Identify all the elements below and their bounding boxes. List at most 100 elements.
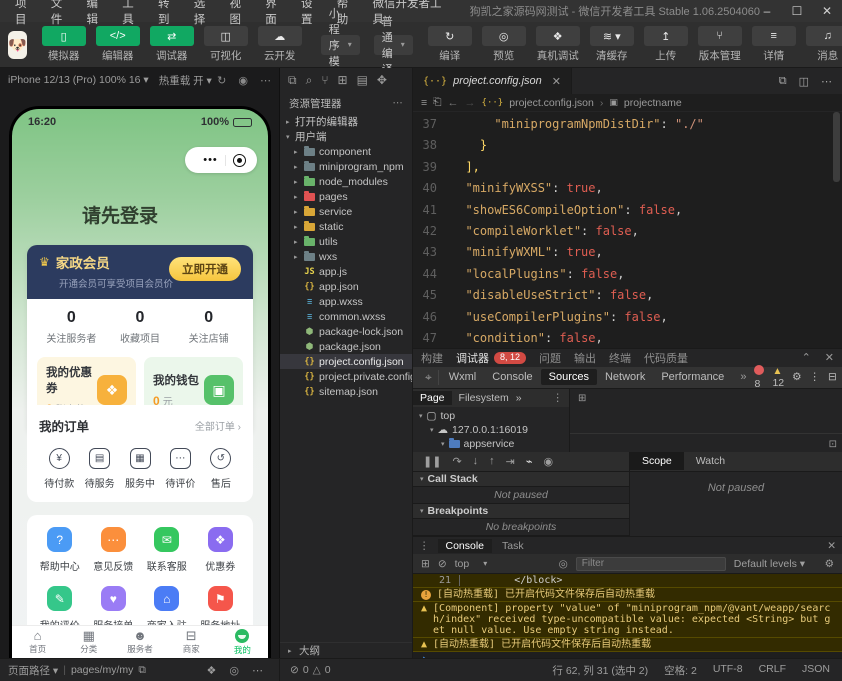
menu-微信开发者工具[interactable]: 微信开发者工具 [366, 0, 456, 27]
panel-tab-输出[interactable]: 输出 [574, 350, 596, 366]
action-真机调试[interactable]: ❖真机调试 [534, 26, 582, 63]
context-select[interactable]: top ▾ [455, 558, 551, 570]
copy-icon[interactable]: ⧉ [138, 664, 146, 677]
console-tab-Task[interactable]: Task [494, 539, 532, 553]
toolbar-button-可视化[interactable]: ◫可视化 [202, 26, 250, 63]
console-message[interactable]: 21 </block> [413, 574, 842, 588]
console-sidebar-icon[interactable]: ⊞ [421, 558, 430, 570]
page-path-select[interactable]: 页面路径 ▾ [8, 663, 58, 678]
kebab-icon[interactable]: ⋮ [553, 392, 570, 404]
back-icon[interactable]: ← [448, 97, 459, 109]
avatar[interactable]: 🐶 [8, 31, 27, 59]
tree-item-用户端[interactable]: ▾用户端 [280, 129, 412, 144]
console-message[interactable]: ![自动热重载] 已开启代码文件保存后自动热重载 [413, 588, 842, 602]
git-icon[interactable]: ⑂ [321, 73, 328, 87]
status-item[interactable]: JSON [802, 663, 830, 678]
kebab-icon[interactable]: ⋮ [810, 371, 821, 383]
panel-tab-问题[interactable]: 问题 [539, 350, 561, 366]
step-into-icon[interactable]: ↓ [473, 455, 479, 467]
device-select[interactable]: iPhone 12/13 (Pro) 100% 16 ▾ [8, 74, 149, 86]
toolbar-button-云开发[interactable]: ☁云开发 [256, 26, 304, 63]
hot-reload-toggle[interactable]: 热重载 开 ▾ [159, 73, 212, 88]
order-item-待服务[interactable]: ▤待服务 [79, 448, 119, 490]
call-stack-header[interactable]: ▾Call Stack [413, 472, 629, 487]
outline-section[interactable]: ▸ 大纲 [280, 642, 412, 658]
show-navigator-icon[interactable]: ⊞ [578, 393, 586, 404]
devtools-tab-Network[interactable]: Network [597, 369, 653, 385]
menu-界面[interactable]: 界面 [258, 0, 294, 27]
dock-icon[interactable]: ⊡ [829, 439, 837, 450]
tree-item-service[interactable]: ▸service [280, 204, 412, 219]
breadcrumb-node[interactable]: projectname [624, 97, 682, 109]
open-vip-button[interactable]: 立即开通 [169, 257, 241, 281]
sources-node-127.0.0.1:16019[interactable]: ▾☁127.0.0.1:16019 [413, 423, 569, 437]
tree-item-wxs[interactable]: ▸wxs [280, 249, 412, 264]
service-item-帮助中心[interactable]: ?帮助中心 [33, 527, 87, 573]
eye-icon[interactable]: ◎ [559, 558, 568, 570]
pause-on-exceptions-icon[interactable]: ◉ [544, 455, 554, 468]
code-editor[interactable]: 37 "miniprogramNpmDistDir": "./"38 }39 ]… [413, 112, 842, 348]
levels-select[interactable]: Default levels ▾ [734, 558, 805, 570]
capsule-menu[interactable]: ••• [185, 147, 257, 173]
action-消息[interactable]: ♫消息 [804, 26, 842, 63]
action-上传[interactable]: ↥上传 [642, 26, 690, 63]
tab-商家[interactable]: ⊟商家 [166, 626, 217, 658]
console-tab-Console[interactable]: Console [438, 539, 493, 553]
stat-item[interactable]: 0关注店铺 [174, 309, 243, 345]
devtools-tab-Sources[interactable]: Sources [541, 369, 597, 385]
status-item[interactable]: 行 62, 列 31 (选中 2) [552, 663, 648, 678]
sources-tab-Page[interactable]: Page [413, 391, 452, 405]
tree-item-node_modules[interactable]: ▸node_modules [280, 174, 412, 189]
search-icon[interactable]: ⌕ [306, 73, 313, 88]
close-icon[interactable]: ✕ [825, 351, 834, 364]
deactivate-breakpoints-icon[interactable]: ⌁ [526, 455, 533, 468]
rotate-icon[interactable]: ↻ [217, 74, 226, 87]
inspect-icon[interactable]: ⌖ [419, 370, 439, 385]
order-item-服务中[interactable]: ▦服务中 [120, 448, 160, 490]
gear-icon[interactable]: ⚙ [792, 371, 801, 383]
tree-item-utils[interactable]: ▸utils [280, 234, 412, 249]
tree-item-app.wxss[interactable]: ≡app.wxss [280, 294, 412, 309]
toolbar-button-模拟器[interactable]: ▯模拟器 [40, 26, 88, 63]
status-item[interactable]: CRLF [759, 663, 786, 678]
forward-icon[interactable]: → [465, 97, 476, 109]
action-版本管理[interactable]: ⑂版本管理 [696, 26, 744, 63]
stat-item[interactable]: 0收藏项目 [106, 309, 175, 345]
scrollbar[interactable] [833, 112, 840, 182]
status-item[interactable]: UTF-8 [713, 663, 743, 678]
tree-item-static[interactable]: ▸static [280, 219, 412, 234]
clear-console-icon[interactable]: ⊘ [438, 558, 447, 570]
tree-item-sitemap.json[interactable]: {}sitemap.json [280, 384, 412, 399]
split-editor-icon[interactable]: ⧉ [779, 75, 787, 88]
step-over-icon[interactable]: ↷ [452, 455, 461, 468]
tree-item-打开的编辑器[interactable]: ▸打开的编辑器 [280, 114, 412, 129]
screenshot-icon[interactable]: ◉ [238, 74, 248, 87]
all-orders-link[interactable]: 全部订单 › [195, 418, 241, 433]
more-icon[interactable]: ⋯ [821, 75, 832, 88]
toolbar-button-编辑器[interactable]: </>编辑器 [94, 26, 142, 63]
login-prompt[interactable]: 请先登录 [82, 201, 158, 228]
breadcrumb-file[interactable]: project.config.json [509, 97, 594, 109]
tab-分类[interactable]: ▦分类 [63, 626, 114, 658]
console-message[interactable]: ▲[Component] property "value" of "minipr… [413, 602, 842, 638]
more-icon[interactable]: ⋯ [260, 74, 271, 87]
bookmark-icon[interactable]: ⎗ [433, 96, 441, 109]
menu-文件[interactable]: 文件 [44, 0, 80, 27]
tree-item-app.json[interactable]: {}app.json [280, 279, 412, 294]
stat-item[interactable]: 0关注服务者 [37, 309, 106, 345]
kebab-icon[interactable]: ⋮ [419, 540, 430, 552]
tabs-overflow[interactable]: » [732, 371, 754, 383]
mode-select[interactable]: 小程序模式 ▾ [321, 35, 360, 55]
tab-首页[interactable]: ⌂首页 [12, 626, 63, 658]
devtools-tab-Console[interactable]: Console [484, 369, 540, 385]
step-out-icon[interactable]: ↑ [489, 455, 495, 467]
menu-视图[interactable]: 视图 [223, 0, 259, 27]
close-button[interactable]: ✕ [820, 4, 834, 18]
action-预览[interactable]: ◎预览 [480, 26, 528, 63]
console-message[interactable]: ▲[自动热重载] 已开启代码文件保存后自动热重载 [413, 638, 842, 652]
tree-item-package-lock.json[interactable]: ⬢package-lock.json [280, 324, 412, 339]
menu-选择[interactable]: 选择 [187, 0, 223, 27]
devtools-tab-Wxml[interactable]: Wxml [441, 369, 485, 385]
service-item-优惠券[interactable]: ❖优惠券 [194, 527, 248, 573]
windows-icon[interactable]: ⊞ [338, 73, 348, 87]
